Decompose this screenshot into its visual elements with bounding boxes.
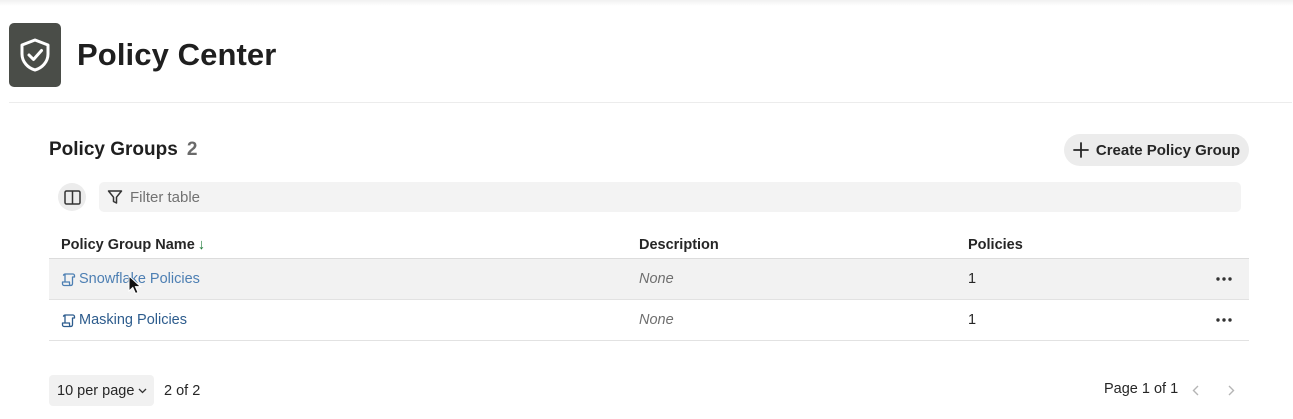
page-title: Policy Center [77, 37, 277, 72]
top-bar [0, 0, 1293, 6]
column-header-name[interactable]: Policy Group Name ↓ [61, 237, 205, 253]
next-page-button[interactable] [1219, 380, 1243, 400]
per-page-label: 10 per page [57, 382, 135, 399]
shield-check-icon [9, 23, 61, 87]
policy-scroll-icon [61, 272, 76, 286]
policy-group-name: Masking Policies [79, 312, 187, 328]
chevron-right-icon [1228, 385, 1234, 395]
columns-toggle-button[interactable] [58, 183, 86, 211]
sort-arrow-down-icon: ↓ [197, 237, 206, 253]
header-divider [9, 102, 1292, 103]
column-header-policies[interactable]: Policies [968, 237, 1023, 253]
table-row[interactable]: Snowflake Policies None 1 [49, 259, 1249, 300]
filter-box [99, 182, 1241, 212]
chevron-left-icon [1192, 385, 1198, 395]
policy-group-link[interactable]: Masking Policies [61, 312, 187, 328]
section-count: 2 [186, 139, 198, 160]
per-page-select[interactable]: 10 per page [49, 375, 154, 406]
policy-count: 1 [968, 271, 977, 287]
page-indicator: Page 1 of 1 [1104, 381, 1179, 397]
filter-input[interactable] [130, 188, 730, 206]
ellipsis-icon [1216, 277, 1232, 281]
funnel-icon [107, 190, 123, 204]
table-header: Policy Group Name ↓ Description Policies [49, 231, 1249, 259]
more-actions-button[interactable] [1212, 308, 1236, 332]
column-header-name-label: Policy Group Name [61, 237, 195, 253]
table-row[interactable]: Masking Policies None 1 [49, 300, 1249, 341]
mouse-cursor-icon [128, 274, 142, 300]
page-header: Policy Center [9, 23, 276, 87]
previous-page-button[interactable] [1183, 380, 1207, 400]
row-range-label: 2 of 2 [164, 383, 201, 399]
more-actions-button[interactable] [1212, 267, 1236, 291]
policy-group-description: None [639, 271, 674, 287]
policy-group-description: None [639, 312, 674, 328]
create-policy-group-button[interactable]: Create Policy Group [1064, 134, 1249, 166]
ellipsis-icon [1216, 318, 1232, 322]
plus-icon [1072, 142, 1089, 158]
columns-icon [63, 189, 81, 205]
chevron-down-icon [138, 388, 147, 393]
section-title: Policy Groups [49, 139, 178, 160]
policy-count: 1 [968, 312, 977, 328]
policy-scroll-icon [61, 313, 76, 327]
section-header: Policy Groups 2 [49, 139, 197, 161]
policy-groups-table: Policy Group Name ↓ Description Policies … [49, 231, 1249, 341]
column-header-description[interactable]: Description [639, 237, 719, 253]
create-policy-group-label: Create Policy Group [1095, 141, 1241, 159]
